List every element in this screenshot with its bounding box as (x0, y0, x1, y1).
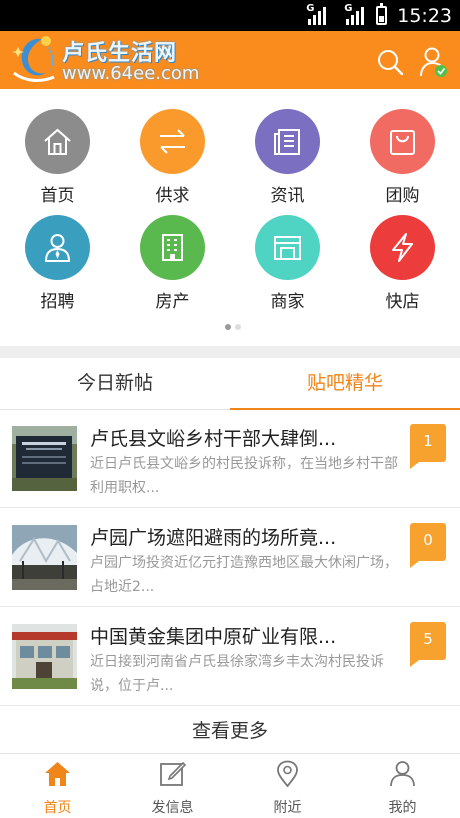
grid-item-label: 资讯 (270, 186, 305, 206)
user-verified-icon[interactable] (418, 46, 448, 78)
page-dot-active (225, 324, 231, 330)
post-thumbnail (12, 624, 77, 689)
logo-url: www.64ee.com (62, 63, 200, 84)
grid-item-label: 团购 (385, 186, 420, 206)
grid-item-news[interactable]: 资讯 (230, 109, 345, 209)
category-grid: 首页 供求 资讯 团购 招聘 房产 商家 快店 (0, 89, 460, 346)
reply-count-badge: 1 (410, 424, 446, 469)
post-title: 卢氏县文峪乡村干部大肆倒... (90, 428, 337, 450)
nav-label: 发信息 (151, 800, 194, 816)
grid-item-supply[interactable]: 供求 (115, 109, 230, 209)
tab-today-posts[interactable]: 今日新帖 (0, 358, 230, 410)
list-item[interactable]: 卢氏县文峪乡村干部大肆倒... 近日卢氏县文峪乡的村民投诉称，在当地乡村干部利用… (0, 410, 460, 508)
network-type: G (344, 2, 353, 14)
logo-icon (12, 36, 55, 82)
reply-count-badge: 0 (410, 523, 446, 568)
nav-label: 我的 (388, 800, 417, 816)
view-more-button[interactable]: 查看更多 (0, 706, 460, 754)
shopping-bag-icon (370, 109, 435, 174)
lightning-icon (370, 215, 435, 280)
nav-mine[interactable]: 我的 (345, 754, 460, 818)
signal-icon: G (344, 3, 365, 25)
grid-item-label: 商家 (270, 292, 305, 312)
grid-item-label: 房产 (155, 292, 190, 312)
nav-label: 首页 (43, 800, 72, 816)
battery-icon (376, 3, 388, 25)
search-icon[interactable] (376, 48, 404, 76)
post-summary: 近日接到河南省卢氏县徐家湾乡丰太沟村民投诉说，位于卢... (90, 654, 384, 694)
grid-item-recruit[interactable]: 招聘 (0, 215, 115, 315)
news-icon (255, 109, 320, 174)
list-item[interactable]: 中国黄金集团中原矿业有限... 近日接到河南省卢氏县徐家湾乡丰太沟村民投诉说，位… (0, 608, 460, 706)
exchange-icon (140, 109, 205, 174)
post-tabs: 今日新帖 贴吧精华 (0, 358, 460, 410)
status-bar: G G 15:23 (0, 0, 460, 31)
network-type: G (306, 2, 315, 14)
nav-post-message[interactable]: 发信息 (115, 754, 230, 818)
building-icon (140, 215, 205, 280)
page-indicator (225, 324, 241, 330)
nav-label: 附近 (273, 800, 302, 816)
post-summary: 卢园广场投资近亿元打造豫西地区最大休闲广场，占地近2... (90, 555, 398, 595)
page-dot (235, 324, 241, 330)
post-title: 卢园广场遮阳避雨的场所竟... (90, 527, 337, 549)
bottom-nav: 首页 发信息 附近 我的 (0, 754, 460, 818)
post-title: 中国黄金集团中原矿业有限... (90, 626, 337, 648)
grid-item-label: 供求 (155, 186, 190, 206)
compose-icon (160, 761, 186, 786)
grid-item-label: 快店 (385, 292, 420, 312)
post-thumbnail (12, 426, 77, 491)
clock: 15:23 (397, 4, 452, 27)
post-summary: 近日卢氏县文峪乡的村民投诉称，在当地乡村干部利用职权... (90, 456, 398, 496)
location-pin-icon (277, 760, 298, 787)
recruit-icon (25, 215, 90, 280)
signal-icon: G (306, 3, 327, 25)
storefront-icon (255, 215, 320, 280)
tab-featured-posts[interactable]: 贴吧精华 (230, 358, 460, 410)
reply-count-badge: 5 (410, 622, 446, 667)
post-thumbnail (12, 525, 77, 590)
grid-item-quickshop[interactable]: 快店 (345, 215, 460, 315)
grid-item-label: 招聘 (40, 292, 75, 312)
home-icon (25, 109, 90, 174)
nav-home[interactable]: 首页 (0, 754, 115, 818)
grid-item-label: 首页 (40, 186, 75, 206)
user-icon (390, 761, 415, 787)
grid-item-groupbuy[interactable]: 团购 (345, 109, 460, 209)
grid-item-home[interactable]: 首页 (0, 109, 115, 209)
grid-item-merchant[interactable]: 商家 (230, 215, 345, 315)
list-item[interactable]: 卢园广场遮阳避雨的场所竟... 卢园广场投资近亿元打造豫西地区最大休闲广场，占地… (0, 509, 460, 607)
section-divider (0, 346, 460, 358)
home-icon (45, 762, 70, 786)
nav-nearby[interactable]: 附近 (230, 754, 345, 818)
grid-item-realestate[interactable]: 房产 (115, 215, 230, 315)
